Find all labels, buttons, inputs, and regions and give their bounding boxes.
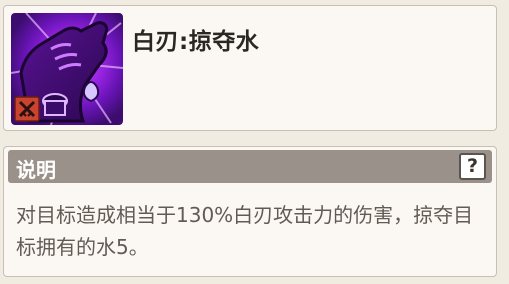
description-header-label: 说明 (16, 158, 56, 182)
help-button[interactable]: ? (459, 153, 486, 180)
skill-name: 白刃:掠夺水 (132, 29, 260, 55)
description-panel: 说明 ? 对目标造成相当于130%白刃攻击力的伤害，掠夺目标拥有的水5。 (3, 146, 497, 277)
skill-info-panel: 白刃:掠夺水 (3, 5, 497, 131)
description-text: 对目标造成相当于130%白刃攻击力的伤害，掠夺目标拥有的水5。 (16, 203, 474, 259)
skill-icon (11, 13, 123, 125)
crossed-swords-icon (14, 96, 40, 122)
description-header: 说明 ? (8, 150, 492, 183)
hand-grab-water-icon (11, 13, 123, 125)
